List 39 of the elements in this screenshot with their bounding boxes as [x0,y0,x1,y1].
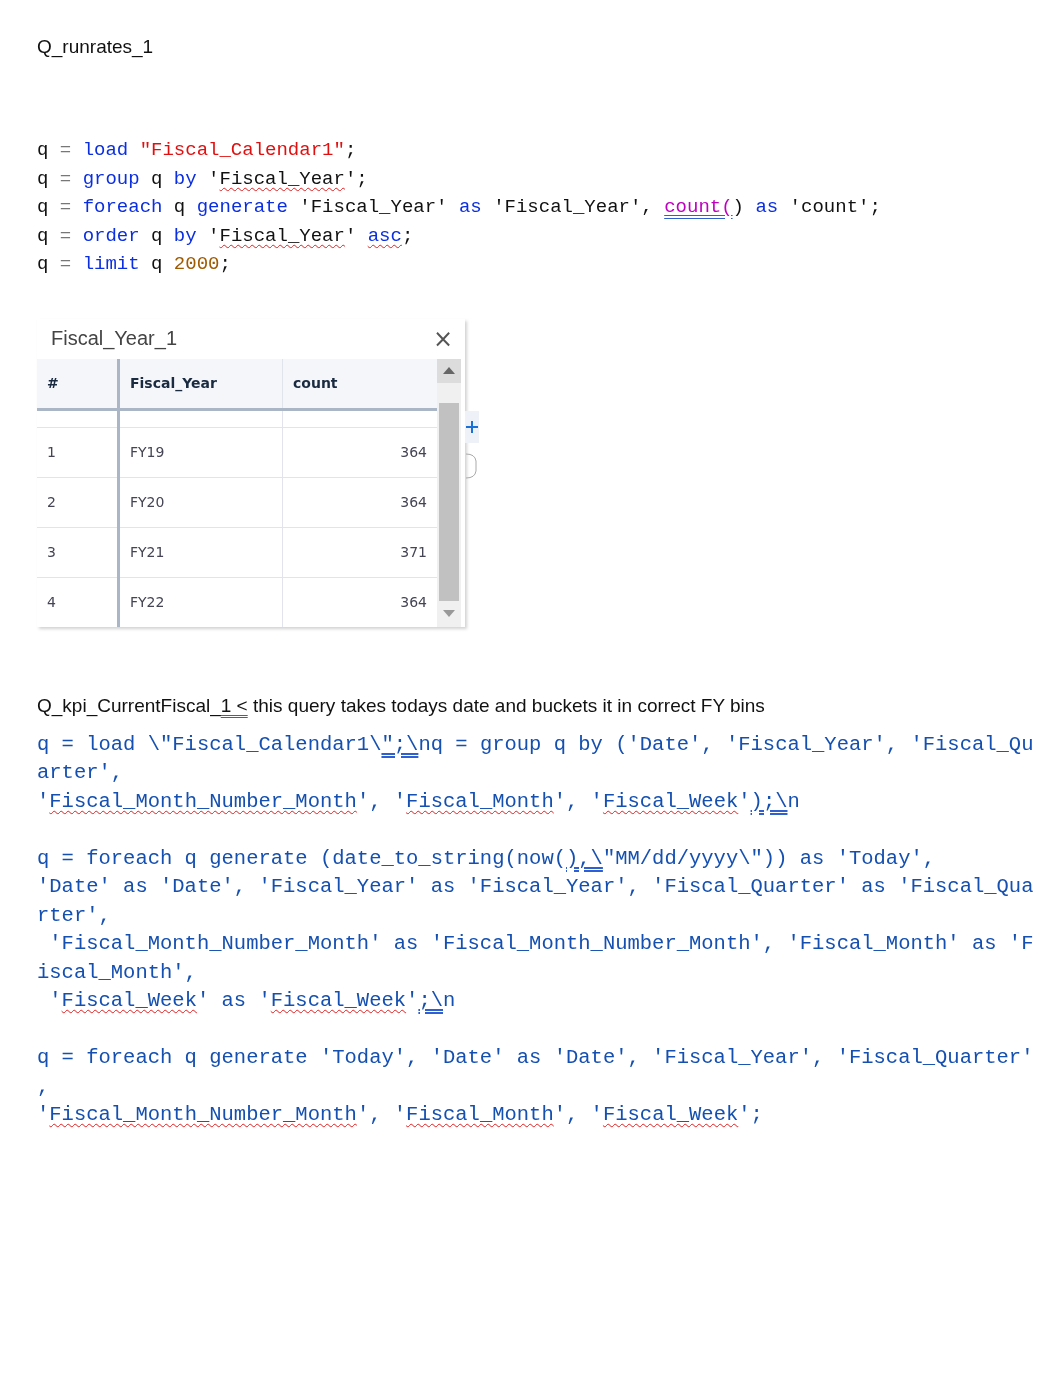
bracket-icon [465,452,477,479]
code-line: , [37,1073,51,1100]
code-line: q = foreach q generate 'Today', 'Date' as 'Date', 'Fiscal_Year', 'Fiscal_Quarter' [37,1045,1035,1071]
table-cell: 2 [37,477,119,527]
code-line: q = group q by 'Fiscal_Year'; [37,166,369,192]
close-button[interactable]: × [432,324,453,353]
table-cell: 1 [37,427,119,477]
scrollbar-thumb[interactable] [439,402,459,601]
code-line: q = foreach q generate 'Fiscal_Year' as 'Fiscal_Year', count() as 'count'; [37,195,882,220]
query-title: Q_runrates_1 [37,36,155,58]
add-button[interactable] [465,410,479,443]
code-line: 'Fiscal_Month_Number_Month', 'Fiscal_Month', 'Fiscal_Week'; [37,1102,764,1128]
code-line: rter', [37,902,112,929]
query-description: Q_kpi_CurrentFiscal_1 < this query takes todays date and buckets it in correct FY bins [37,694,766,717]
code-line: 'Fiscal_Month_Number_Month', 'Fiscal_Month', 'Fiscal_Week');\n [37,788,801,815]
code-line: 'Date' as 'Date', 'Fiscal_Year' as 'Fiscal_Year', 'Fiscal_Quarter' as 'Fiscal_Qua [37,874,1035,900]
code-line: iscal_Month', [37,959,198,986]
table-cell: 4 [37,577,119,627]
table-cell: 3 [37,527,119,577]
code-line: q = load "Fiscal_Calendar1"; [37,138,358,163]
code-line: arter', [37,760,125,786]
table-cell: FY22 [118,577,283,627]
code-line: q = load \"Fiscal_Calendar1\";\nq = group q by ('Date', 'Fiscal_Year', 'Fiscal_Qu [37,731,1035,758]
column-header[interactable]: # [37,358,119,409]
table-cell: FY20 [118,477,283,527]
column-header[interactable]: count [282,358,437,409]
column-header[interactable]: Fiscal_Year [118,358,283,409]
code-line: 'Fiscal_Month_Number_Month' as 'Fiscal_Month_Number_Month', 'Fiscal_Month' as 'F [48,931,1035,957]
code-line: q = order q by 'Fiscal_Year' asc; [37,223,415,249]
scrollbar[interactable] [437,358,461,627]
panel-title: Fiscal_Year_1 [51,327,177,350]
code-line: 'Fiscal_Week' as 'Fiscal_Week';\n [48,988,457,1014]
code-line: q = limit q 2000; [37,252,232,277]
table-cell: FY21 [118,527,283,577]
code-line: q = foreach q generate (date_to_string(now(),\"MM/dd/yyyy\")) as 'Today', [37,845,937,872]
table-cell: FY19 [118,427,283,477]
scroll-down-icon[interactable] [443,610,455,617]
plus-icon [466,419,478,434]
scroll-up-icon[interactable] [443,367,455,374]
